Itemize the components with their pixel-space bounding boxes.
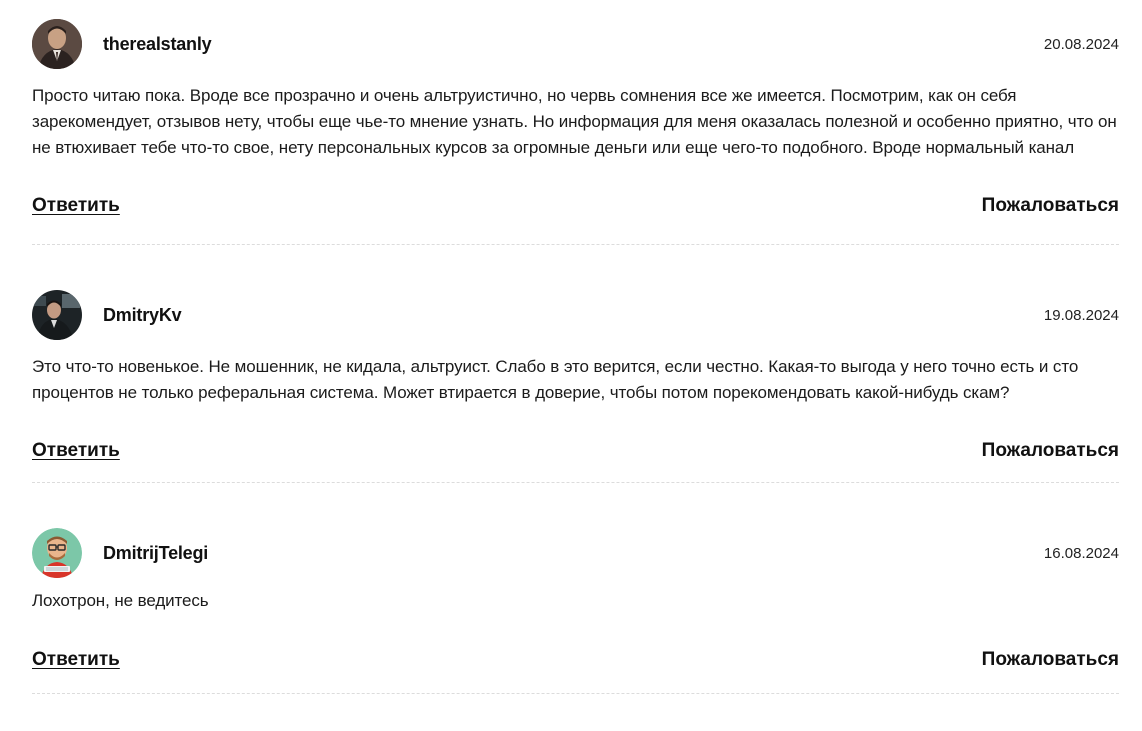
user-photo-avatar-icon: [32, 19, 82, 69]
comment-actions: Ответить Пожаловаться: [32, 440, 1119, 462]
report-button[interactable]: Пожаловаться: [982, 195, 1119, 217]
avatar[interactable]: [32, 19, 82, 69]
report-button[interactable]: Пожаловаться: [982, 649, 1119, 671]
reply-button[interactable]: Ответить: [32, 649, 120, 671]
avatar[interactable]: [32, 528, 82, 578]
reply-button[interactable]: Ответить: [32, 440, 120, 462]
user-photo-avatar-icon: [32, 290, 82, 340]
comment-header: therealstanly 20.08.2024: [32, 18, 1119, 70]
comment-header: DmitrijTelegi 16.08.2024: [32, 527, 1119, 579]
comment-item: therealstanly 20.08.2024 Просто читаю по…: [32, 0, 1119, 245]
comments-list: therealstanly 20.08.2024 Просто читаю по…: [32, 0, 1119, 694]
comment-header: DmitryKv 19.08.2024: [32, 289, 1119, 341]
comment-date: 19.08.2024: [1043, 306, 1119, 324]
comment-text: Это что-то новенькое. Не мошенник, не ки…: [32, 357, 1079, 402]
avatar[interactable]: [32, 290, 82, 340]
comment-actions: Ответить Пожаловаться: [32, 649, 1119, 671]
comment-author: therealstanly: [32, 19, 212, 69]
comment-author: DmitrijTelegi: [32, 528, 208, 578]
report-button[interactable]: Пожаловаться: [982, 440, 1119, 462]
comment-date: 16.08.2024: [1043, 544, 1119, 562]
comment-text: Лохотрон, не ведитесь: [32, 591, 209, 610]
reply-button[interactable]: Ответить: [32, 195, 120, 217]
comment-date: 20.08.2024: [1043, 35, 1119, 53]
author-name[interactable]: DmitrijTelegi: [103, 543, 208, 564]
comment-item: DmitryKv 19.08.2024 Это что-то новенькое…: [32, 245, 1119, 483]
cartoon-avatar-icon: [32, 528, 82, 578]
author-name[interactable]: DmitryKv: [103, 305, 182, 326]
comment-item: DmitrijTelegi 16.08.2024 Лохотрон, не ве…: [32, 483, 1119, 694]
comment-text: Просто читаю пока. Вроде все прозрачно и…: [32, 86, 1117, 157]
comment-author: DmitryKv: [32, 290, 182, 340]
comment-actions: Ответить Пожаловаться: [32, 195, 1119, 217]
author-name[interactable]: therealstanly: [103, 34, 212, 55]
